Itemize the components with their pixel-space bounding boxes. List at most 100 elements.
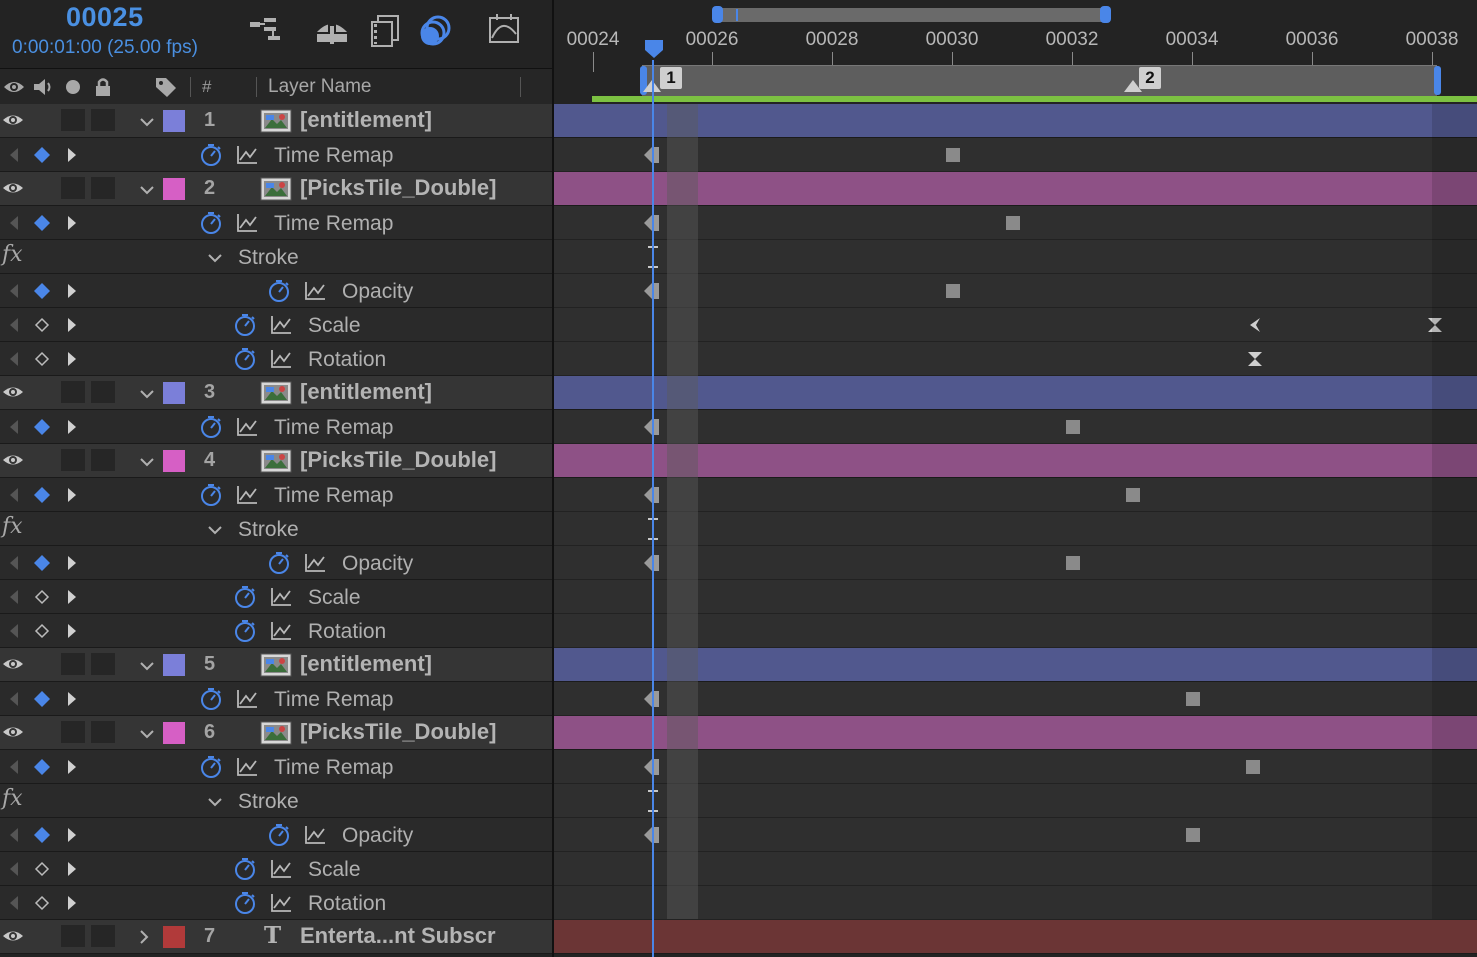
time-ruler[interactable]: 00024 00026 00028 00030 00032 00034 00036 00038… [554, 0, 1477, 104]
graph-icon[interactable] [236, 145, 258, 165]
property-row[interactable]: Opacity [0, 274, 1477, 308]
solo-switch[interactable] [61, 381, 85, 403]
property-row[interactable]: Time Remap [0, 138, 1477, 172]
layer-name[interactable]: [PicksTile_Double] [300, 175, 496, 201]
stopwatch-icon[interactable] [198, 142, 224, 168]
keyframe-in[interactable] [644, 487, 652, 503]
property-name[interactable]: Scale [308, 586, 361, 610]
audio-icon[interactable] [31, 75, 55, 99]
solo-switch[interactable] [61, 925, 85, 947]
time-navigator[interactable] [715, 8, 1108, 22]
keyframe[interactable] [946, 148, 960, 162]
property-row[interactable]: Time Remap [0, 478, 1477, 512]
keyframe-navigator[interactable] [4, 824, 84, 846]
keyframe-navigator[interactable] [4, 586, 84, 608]
solo-switch[interactable] [61, 653, 85, 675]
eye-icon[interactable] [2, 723, 24, 741]
marker-1[interactable]: 1 [660, 67, 682, 89]
graph-editor-icon[interactable] [484, 10, 524, 50]
keyframe[interactable] [1066, 420, 1080, 434]
chevron-down-icon[interactable] [139, 114, 155, 130]
eye-icon[interactable] [2, 75, 26, 99]
effect-row[interactable]: fx Stroke [0, 512, 1477, 546]
chevron-down-icon[interactable] [139, 658, 155, 674]
solo-switch[interactable] [61, 177, 85, 199]
graph-icon[interactable] [236, 689, 258, 709]
property-row[interactable]: Scale [0, 308, 1477, 342]
graph-icon[interactable] [270, 893, 292, 913]
work-area-end-handle[interactable] [1434, 66, 1441, 95]
time-navigator-end-handle[interactable] [1100, 6, 1111, 23]
graph-icon[interactable] [270, 859, 292, 879]
layer-name[interactable]: [entitlement] [300, 379, 432, 405]
keyframe-navigator[interactable] [4, 552, 84, 574]
property-row[interactable]: Rotation [0, 886, 1477, 920]
layer-row[interactable]: 3 [entitlement] [0, 376, 1477, 410]
current-time-indicator-line[interactable] [652, 60, 654, 957]
property-row[interactable]: Scale [0, 852, 1477, 886]
property-name[interactable]: Opacity [342, 552, 413, 576]
keyframe[interactable] [1126, 488, 1140, 502]
keyframe[interactable] [1186, 692, 1200, 706]
keyframe-hold-icon[interactable] [1246, 350, 1264, 368]
graph-icon[interactable] [236, 485, 258, 505]
chevron-down-icon[interactable] [207, 522, 223, 538]
property-name[interactable]: Time Remap [274, 144, 393, 168]
chevron-down-icon[interactable] [139, 454, 155, 470]
stopwatch-icon[interactable] [198, 210, 224, 236]
property-name[interactable]: Opacity [342, 824, 413, 848]
current-time-display[interactable]: 00025 [66, 2, 144, 33]
stopwatch-icon[interactable] [232, 312, 258, 338]
keyframe-navigator[interactable] [4, 688, 84, 710]
fx-icon[interactable]: fx [2, 786, 23, 811]
label-color-swatch[interactable] [163, 450, 185, 472]
graph-icon[interactable] [270, 621, 292, 641]
keyframe-ease-in-icon[interactable] [1246, 316, 1264, 334]
solo-icon[interactable] [61, 75, 85, 99]
solo-switch[interactable] [61, 449, 85, 471]
motion-blur-icon[interactable] [416, 10, 456, 50]
keyframe-in[interactable] [644, 147, 652, 163]
keyframe-navigator[interactable] [4, 144, 84, 166]
eye-icon[interactable] [2, 927, 24, 945]
eye-icon[interactable] [2, 179, 24, 197]
property-name[interactable]: Time Remap [274, 212, 393, 236]
chevron-down-icon[interactable] [207, 250, 223, 266]
graph-icon[interactable] [236, 417, 258, 437]
eye-icon[interactable] [2, 383, 24, 401]
layer-name[interactable]: [PicksTile_Double] [300, 719, 496, 745]
layer-row[interactable]: 2 [PicksTile_Double] [0, 172, 1477, 206]
effect-name[interactable]: Stroke [238, 246, 299, 270]
work-area-bar[interactable] [642, 65, 1437, 96]
stopwatch-icon[interactable] [232, 890, 258, 916]
stopwatch-icon[interactable] [266, 278, 292, 304]
graph-icon[interactable] [236, 213, 258, 233]
property-row[interactable]: Time Remap [0, 410, 1477, 444]
keyframe-navigator[interactable] [4, 620, 84, 642]
graph-icon[interactable] [304, 825, 326, 845]
layer-duration-bar[interactable] [554, 920, 1477, 953]
keyframe-in[interactable] [644, 215, 652, 231]
keyframe[interactable] [1006, 216, 1020, 230]
label-icon[interactable] [154, 75, 178, 99]
property-name[interactable]: Scale [308, 858, 361, 882]
keyframe[interactable] [1246, 760, 1260, 774]
fx-icon[interactable]: fx [2, 242, 23, 267]
property-name[interactable]: Rotation [308, 348, 386, 372]
layer-row[interactable]: 6 [PicksTile_Double] [0, 716, 1477, 750]
property-row[interactable]: Opacity [0, 546, 1477, 580]
label-color-swatch[interactable] [163, 382, 185, 404]
chevron-down-icon[interactable] [139, 182, 155, 198]
graph-icon[interactable] [270, 587, 292, 607]
stopwatch-icon[interactable] [232, 584, 258, 610]
stopwatch-icon[interactable] [232, 618, 258, 644]
layer-row[interactable]: 7 T Enterta...nt Subscr [0, 920, 1477, 954]
property-name[interactable]: Rotation [308, 892, 386, 916]
label-color-swatch[interactable] [163, 654, 185, 676]
lock-switch[interactable] [91, 109, 115, 131]
keyframe[interactable] [946, 284, 960, 298]
solo-switch[interactable] [61, 721, 85, 743]
property-name[interactable]: Time Remap [274, 688, 393, 712]
lock-switch[interactable] [91, 177, 115, 199]
layer-row[interactable]: 4 [PicksTile_Double] [0, 444, 1477, 478]
